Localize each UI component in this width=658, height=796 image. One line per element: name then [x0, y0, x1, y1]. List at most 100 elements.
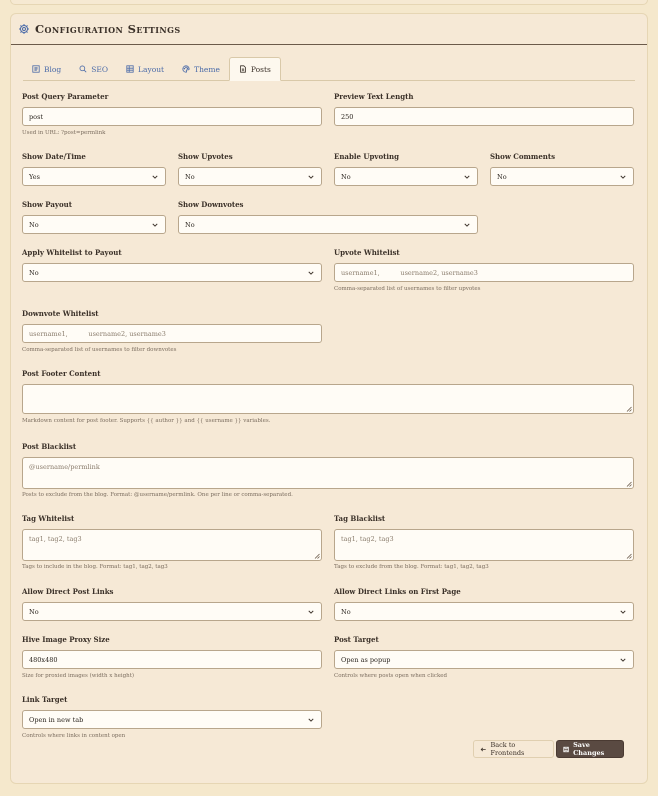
search-icon [79, 65, 87, 73]
blog-icon [32, 65, 40, 73]
apply-whitelist-payout-select[interactable]: No [22, 263, 322, 282]
save-icon [563, 746, 569, 752]
show-upvotes-label: Show Upvotes [178, 152, 233, 161]
tab-label: Theme [194, 64, 220, 74]
post-query-param-help: Used in URL: ?post=permlink [22, 130, 106, 136]
chevron-down-icon [620, 658, 626, 662]
chevron-down-icon [152, 175, 158, 179]
tag-whitelist-label: Tag Whitelist [22, 514, 75, 523]
post-target-select[interactable]: Open as popup [334, 650, 634, 669]
back-to-frontends-button[interactable]: Back to Frontends [473, 740, 554, 758]
allow-direct-first-page-select[interactable]: No [334, 602, 634, 621]
link-target-label: Link Target [22, 695, 68, 704]
show-payout-select[interactable]: No [22, 215, 166, 234]
select-value: Yes [29, 172, 40, 181]
post-target-label: Post Target [334, 635, 379, 644]
textarea-placeholder: tag1, tag2, tag3 [341, 535, 394, 543]
show-comments-label: Show Comments [490, 152, 556, 161]
gear-icon [19, 24, 29, 34]
resize-grip-icon[interactable] [314, 553, 320, 559]
show-downvotes-select[interactable]: No [178, 215, 478, 234]
preview-text-length-input[interactable]: 250 [334, 107, 634, 126]
post-blacklist-help: Posts to exclude from the blog. Format: … [22, 492, 293, 498]
textarea-placeholder: tag1, tag2, tag3 [29, 535, 82, 543]
tab-label: Posts [250, 64, 271, 74]
select-value: Open as popup [341, 655, 391, 664]
select-value: No [341, 607, 351, 616]
upvote-whitelist-input[interactable]: username1, username2, username3 [334, 263, 634, 282]
tab-layout[interactable]: Layout [117, 57, 173, 81]
apply-whitelist-payout-label: Apply Whitelist to Payout [22, 248, 122, 257]
hive-image-proxy-input[interactable]: 480x480 [22, 650, 322, 669]
select-value: No [29, 607, 39, 616]
chevron-down-icon [152, 223, 158, 227]
document-icon [240, 65, 246, 73]
chevron-down-icon [308, 610, 314, 614]
select-value: No [185, 172, 195, 181]
select-value: Open in new tab [29, 715, 84, 724]
show-comments-select[interactable]: No [490, 167, 634, 186]
link-target-select[interactable]: Open in new tab [22, 710, 322, 729]
show-date-time-label: Show Date/Time [22, 152, 86, 161]
page-title: Configuration Settings [35, 22, 181, 36]
hive-image-proxy-help: Size for proxied images (width x height) [22, 673, 135, 679]
preview-text-length-label: Preview Text Length [334, 92, 414, 101]
chevron-down-icon [620, 610, 626, 614]
allow-direct-links-label: Allow Direct Post Links [22, 587, 114, 596]
chevron-down-icon [464, 223, 470, 227]
tab-label: SEO [91, 64, 108, 74]
downvote-whitelist-input[interactable]: username1, username2, username3 [22, 324, 322, 343]
downvote-whitelist-help: Comma-separated list of usernames to fil… [22, 347, 177, 353]
textarea-placeholder: @username/permlink [29, 463, 100, 471]
tab-label: Layout [138, 64, 165, 74]
layout-grid-icon [126, 65, 134, 73]
post-blacklist-textarea[interactable]: @username/permlink [22, 457, 634, 489]
post-query-param-label: Post Query Parameter [22, 92, 109, 101]
resize-grip-icon[interactable] [626, 481, 632, 487]
chevron-down-icon [308, 718, 314, 722]
post-target-help: Controls where posts open when clicked [334, 673, 448, 679]
tab-blog[interactable]: Blog [23, 57, 70, 81]
tag-whitelist-help: Tags to include in the blog. Format: tag… [22, 564, 168, 570]
select-value: No [497, 172, 507, 181]
post-query-param-input[interactable]: post [22, 107, 322, 126]
post-footer-label: Post Footer Content [22, 369, 101, 378]
allow-direct-first-page-label: Allow Direct Links on First Page [334, 587, 461, 596]
palette-icon [182, 65, 190, 73]
select-value: No [185, 220, 195, 229]
enable-upvoting-select[interactable]: No [334, 167, 478, 186]
enable-upvoting-label: Enable Upvoting [334, 152, 400, 161]
show-upvotes-select[interactable]: No [178, 167, 322, 186]
save-changes-button[interactable]: Save Changes [556, 740, 624, 758]
previous-card-edge [10, 0, 648, 5]
tab-label: Blog [44, 64, 62, 74]
arrow-left-icon [480, 747, 486, 751]
upvote-whitelist-label: Upvote Whitelist [334, 248, 400, 257]
tag-blacklist-label: Tag Blacklist [334, 514, 386, 523]
post-footer-help: Markdown content for post footer. Suppor… [22, 418, 271, 424]
card-header: Configuration Settings [11, 14, 647, 45]
tab-theme[interactable]: Theme [173, 57, 229, 81]
tab-posts[interactable]: Posts [228, 57, 281, 81]
select-value: No [29, 268, 39, 277]
button-label: Back to Frontends [490, 741, 525, 757]
select-value: No [29, 220, 39, 229]
resize-grip-icon[interactable] [626, 406, 632, 412]
tag-blacklist-help: Tags to exclude from the blog. Format: t… [334, 564, 489, 570]
downvote-whitelist-label: Downvote Whitelist [22, 309, 99, 318]
post-footer-textarea[interactable] [22, 384, 634, 414]
button-label: Save Changes [573, 741, 605, 757]
hive-image-proxy-label: Hive Image Proxy Size [22, 635, 110, 644]
tag-whitelist-textarea[interactable]: tag1, tag2, tag3 [22, 529, 322, 561]
upvote-whitelist-help: Comma-separated list of usernames to fil… [334, 286, 481, 292]
show-payout-label: Show Payout [22, 200, 72, 209]
allow-direct-links-select[interactable]: No [22, 602, 322, 621]
chevron-down-icon [620, 175, 626, 179]
tab-seo[interactable]: SEO [70, 57, 117, 81]
tab-bar: Blog SEO Layout Theme Posts [23, 57, 635, 81]
tag-blacklist-textarea[interactable]: tag1, tag2, tag3 [334, 529, 634, 561]
resize-grip-icon[interactable] [626, 553, 632, 559]
show-date-time-select[interactable]: Yes [22, 167, 166, 186]
link-target-help: Controls where links in content open [22, 733, 126, 739]
select-value: No [341, 172, 351, 181]
